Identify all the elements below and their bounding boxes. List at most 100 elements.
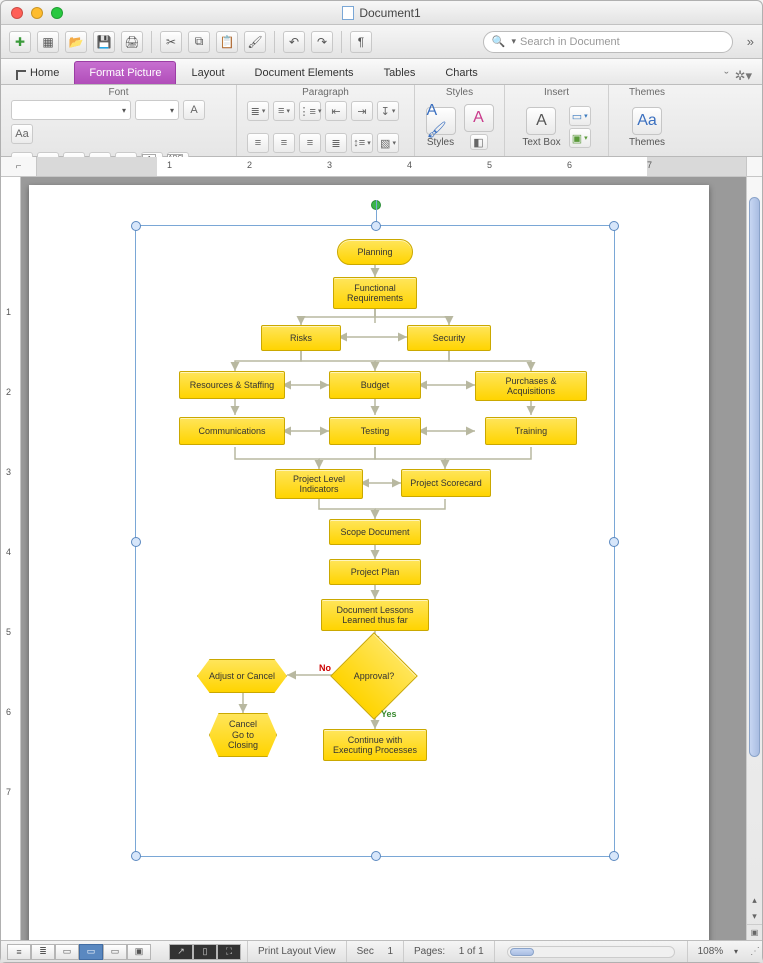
view-print-layout-button[interactable]: ▭ bbox=[79, 944, 103, 960]
view-outline-button[interactable]: ≣ bbox=[31, 944, 55, 960]
node-purchases: Purchases & Acquisitions bbox=[475, 371, 587, 401]
close-window-button[interactable] bbox=[11, 7, 23, 19]
open-button[interactable]: 📂 bbox=[65, 31, 87, 53]
align-center-button[interactable]: ≡ bbox=[273, 133, 295, 153]
resize-handle-sw[interactable] bbox=[131, 851, 141, 861]
inc-indent-button[interactable]: ⇥ bbox=[351, 101, 373, 121]
grow-font-button[interactable]: A bbox=[183, 100, 205, 120]
minimize-window-button[interactable] bbox=[31, 7, 43, 19]
ribbon-settings-icon[interactable]: ✲▾ bbox=[735, 68, 752, 84]
view-publishing-button[interactable]: ▭ bbox=[55, 944, 79, 960]
zoom-window-button[interactable] bbox=[51, 7, 63, 19]
search-dropdown-icon[interactable]: ▾ bbox=[511, 36, 516, 47]
status-bar: ≡ ≣ ▭ ▭ ▭ ▣ ↗ ▯ ⛶ Print Layout View Sec … bbox=[1, 940, 762, 962]
text-box-button[interactable]: A Text Box bbox=[522, 107, 560, 148]
vertical-ruler[interactable]: 1 2 3 4 5 6 7 bbox=[1, 177, 21, 940]
reading-view-button[interactable]: ▯ bbox=[193, 944, 217, 960]
full-screen-button[interactable]: ⛶ bbox=[217, 944, 241, 960]
node-adjust: Adjust or Cancel bbox=[197, 659, 287, 693]
font-size-combo[interactable]: ▾ bbox=[135, 100, 179, 120]
document-icon bbox=[342, 6, 354, 20]
document-page[interactable]: Planning Functional Requirements Risks S… bbox=[29, 185, 709, 940]
status-pages[interactable]: Pages: 1 of 1 bbox=[403, 941, 494, 962]
node-functional-requirements: Functional Requirements bbox=[333, 277, 417, 309]
paste-button[interactable]: 📋 bbox=[216, 31, 238, 53]
overflow-chevron-icon[interactable]: » bbox=[747, 34, 754, 49]
group-label: Insert bbox=[515, 87, 598, 98]
resize-grip-icon[interactable]: ⋰ bbox=[748, 946, 762, 957]
styles-launcher-icon[interactable]: ◧ bbox=[470, 134, 488, 150]
tab-tables[interactable]: Tables bbox=[369, 61, 431, 84]
template-button[interactable]: ▦ bbox=[37, 31, 59, 53]
document-workarea: 1 2 3 4 5 6 7 bbox=[1, 177, 762, 940]
node-pli: Project Level Indicators bbox=[275, 469, 363, 499]
align-left-button[interactable]: ≡ bbox=[247, 133, 269, 153]
resize-handle-nw[interactable] bbox=[131, 221, 141, 231]
status-section[interactable]: Sec 1 bbox=[346, 941, 403, 962]
status-zoom[interactable]: 108% ▾ bbox=[687, 941, 748, 962]
show-marks-button[interactable]: ¶ bbox=[350, 31, 372, 53]
view-notebook-button[interactable]: ▭ bbox=[103, 944, 127, 960]
align-right-button[interactable]: ≡ bbox=[299, 133, 321, 153]
line-spacing-button[interactable]: ↕≡▾ bbox=[351, 133, 373, 153]
tab-selector[interactable]: ⌐ bbox=[1, 157, 37, 176]
zoom-dropdown-icon[interactable]: ▾ bbox=[734, 947, 738, 956]
format-painter-button[interactable]: 🖌 bbox=[244, 31, 266, 53]
vscroll-down-button[interactable]: ▾ bbox=[747, 908, 762, 924]
new-doc-button[interactable]: ✚ bbox=[9, 31, 31, 53]
vscroll-thumb[interactable] bbox=[749, 197, 760, 757]
dec-indent-button[interactable]: ⇤ bbox=[325, 101, 347, 121]
themes-icon: Aa bbox=[632, 107, 662, 135]
window-title: Document1 bbox=[359, 6, 420, 20]
quick-styles-button[interactable]: A🖌 Styles bbox=[426, 107, 456, 148]
resize-handle-se[interactable] bbox=[609, 851, 619, 861]
search-field[interactable]: 🔍 ▾ Search in Document bbox=[483, 31, 733, 53]
view-focus-button[interactable]: ▣ bbox=[127, 944, 151, 960]
tab-charts[interactable]: Charts bbox=[430, 61, 492, 84]
bullets-button[interactable]: ≣▾ bbox=[247, 101, 269, 121]
node-approval: Approval? bbox=[343, 645, 405, 707]
print-button[interactable]: 🖨 bbox=[121, 31, 143, 53]
resize-handle-w[interactable] bbox=[131, 537, 141, 547]
picture-button[interactable]: ▣▾ bbox=[569, 128, 591, 148]
cut-button[interactable]: ✂ bbox=[160, 31, 182, 53]
track-changes-button[interactable]: ↗ bbox=[169, 944, 193, 960]
justify-button[interactable]: ≣ bbox=[325, 133, 347, 153]
copy-button[interactable]: ⧉ bbox=[188, 31, 210, 53]
group-label: Themes bbox=[619, 87, 675, 98]
themes-button[interactable]: Aa Themes bbox=[629, 107, 665, 148]
hscroll-thumb[interactable] bbox=[510, 948, 534, 956]
resize-handle-ne[interactable] bbox=[609, 221, 619, 231]
font-family-combo[interactable]: ▾ bbox=[11, 100, 131, 120]
resize-handle-n[interactable] bbox=[371, 221, 381, 231]
tab-format-picture[interactable]: Format Picture bbox=[74, 61, 176, 84]
styles-pane-button[interactable]: A ◧ bbox=[464, 104, 494, 150]
resize-handle-e[interactable] bbox=[609, 537, 619, 547]
horizontal-ruler[interactable]: 1 2 3 4 5 6 7 bbox=[37, 157, 746, 176]
group-label: Font bbox=[11, 87, 226, 98]
resize-handle-s[interactable] bbox=[371, 851, 381, 861]
undo-button[interactable]: ↶ bbox=[283, 31, 305, 53]
label-yes: Yes bbox=[381, 709, 397, 719]
ribbon-body: Font ▾ ▾ A Aa B I U▾ ABC A²▾ A▾ ABC▾ Par… bbox=[1, 85, 762, 157]
page-nav[interactable]: ▣ bbox=[747, 924, 762, 940]
view-draft-button[interactable]: ≡ bbox=[7, 944, 31, 960]
shading-button[interactable]: ▧▾ bbox=[377, 133, 399, 153]
collapse-ribbon-icon[interactable]: ˇ bbox=[724, 69, 728, 84]
save-button[interactable]: 💾 bbox=[93, 31, 115, 53]
shapes-button[interactable]: ▭▾ bbox=[569, 106, 591, 126]
group-label: Paragraph bbox=[247, 87, 404, 98]
tab-document-elements[interactable]: Document Elements bbox=[240, 61, 369, 84]
sort-button[interactable]: ↧▾ bbox=[377, 101, 399, 121]
multilevel-button[interactable]: ⋮≡▾ bbox=[299, 101, 321, 121]
tab-home[interactable]: Home bbox=[11, 61, 74, 84]
numbering-button[interactable]: ≡▾ bbox=[273, 101, 295, 121]
tab-layout[interactable]: Layout bbox=[176, 61, 239, 84]
vscroll-up-button[interactable]: ▴ bbox=[747, 892, 762, 908]
horizontal-scrollbar[interactable] bbox=[507, 946, 675, 958]
redo-button[interactable]: ↷ bbox=[311, 31, 333, 53]
shrink-font-button[interactable]: Aa bbox=[11, 124, 33, 144]
page-scroll-area[interactable]: Planning Functional Requirements Risks S… bbox=[21, 177, 746, 940]
titlebar: Document1 bbox=[1, 1, 762, 25]
vertical-scrollbar[interactable]: ▴ ▾ ▣ bbox=[746, 177, 762, 940]
